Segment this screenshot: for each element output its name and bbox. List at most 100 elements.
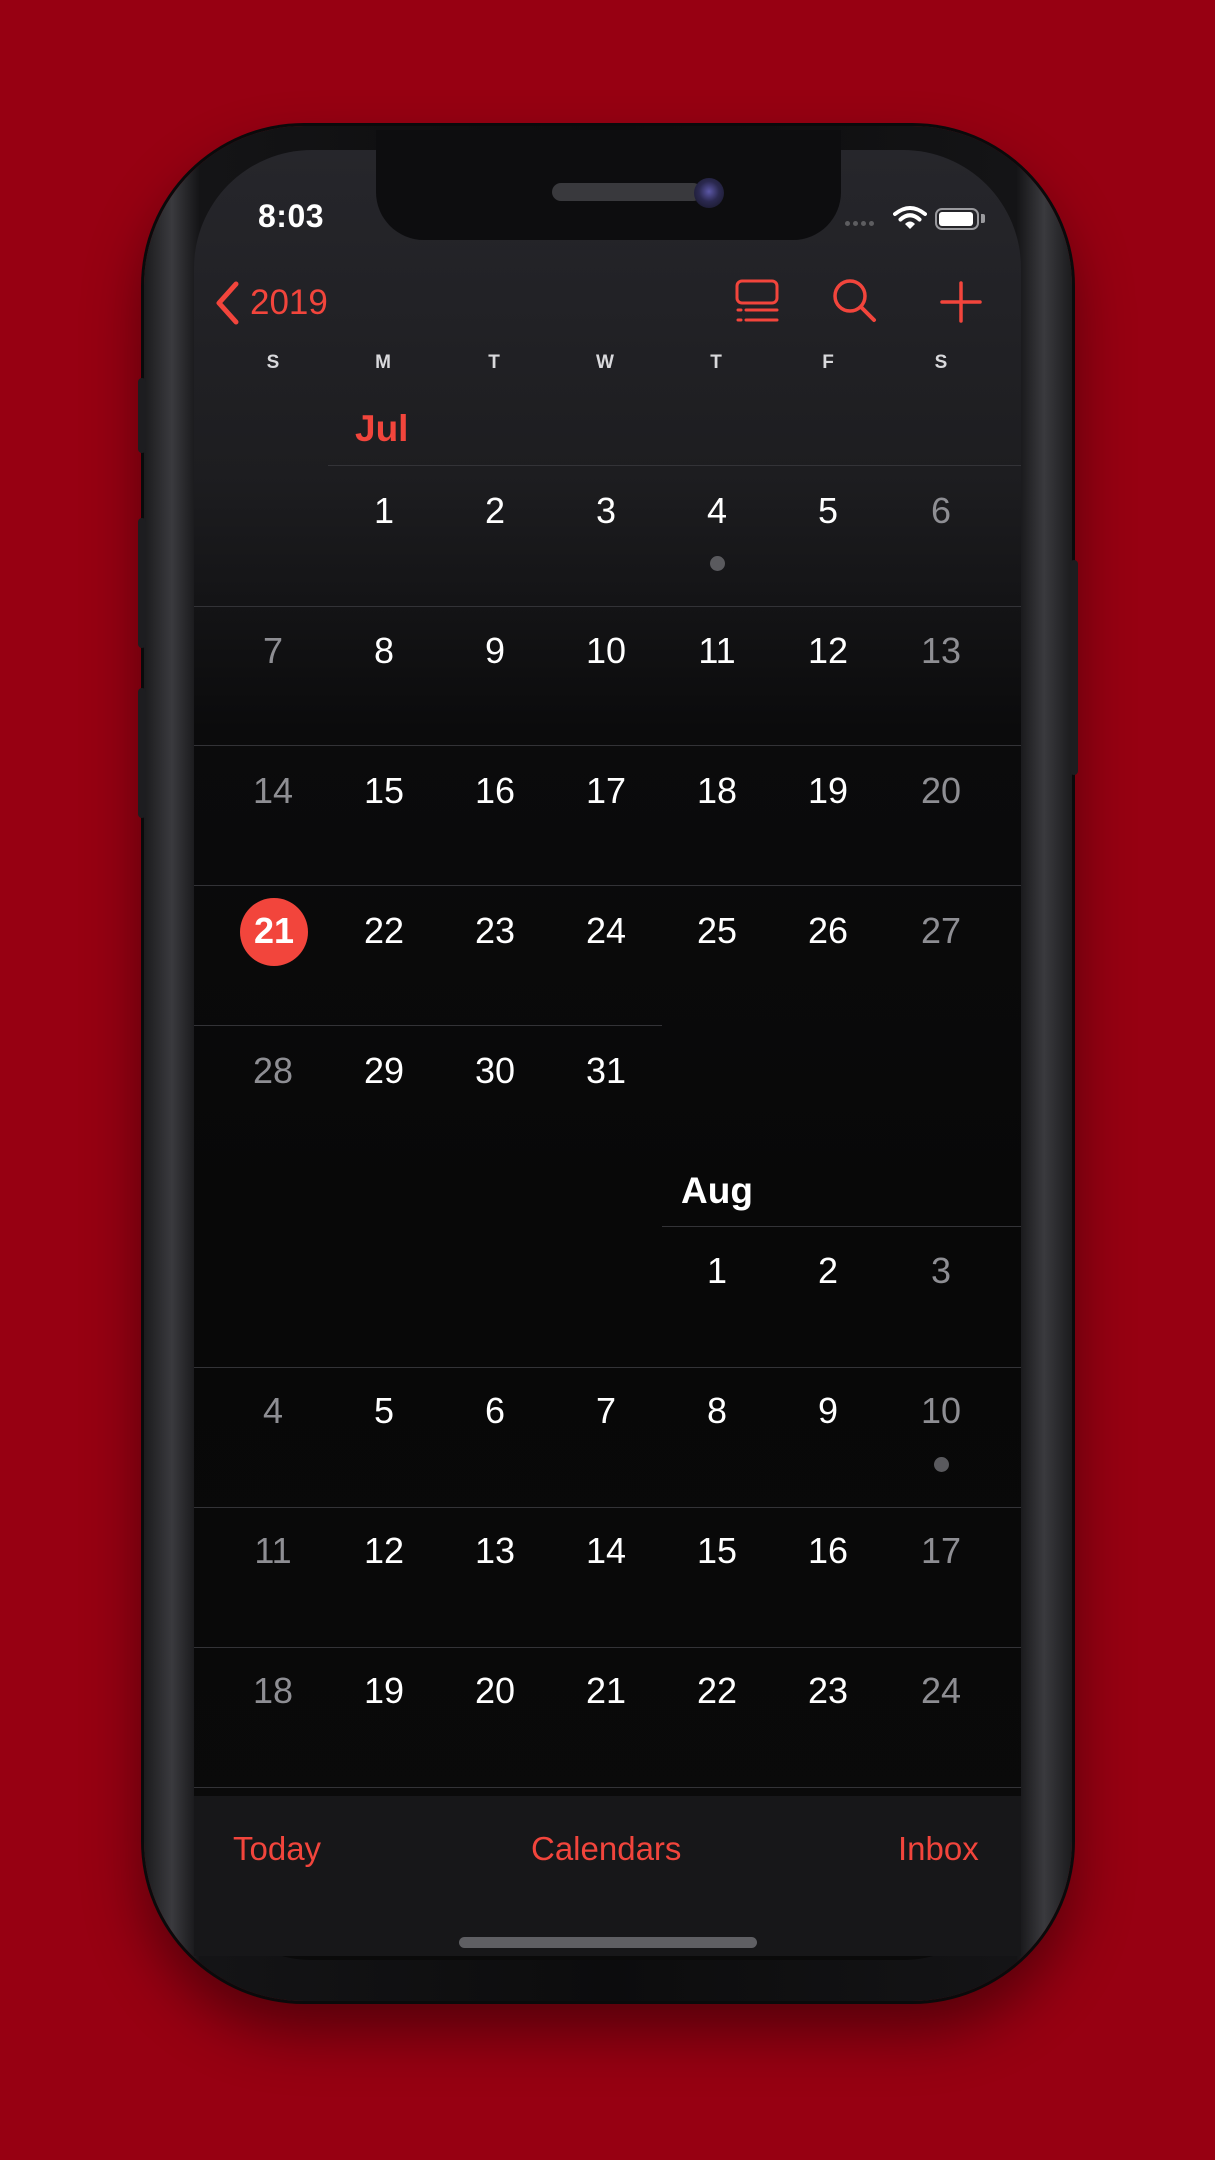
month-label-jul: Jul	[355, 408, 409, 449]
day-cell[interactable]: 13	[450, 1530, 540, 1572]
week-separator	[662, 1226, 1021, 1227]
day-cell[interactable]: 15	[339, 770, 429, 812]
day-cell[interactable]: 10	[896, 1390, 986, 1432]
today-day-cell[interactable]: 21	[229, 910, 319, 952]
day-cell[interactable]: 11	[672, 630, 762, 672]
day-cell[interactable]: 18	[228, 1670, 318, 1712]
event-indicator-dot	[934, 1457, 949, 1472]
volume-up-button	[138, 518, 146, 648]
day-cell[interactable]: 20	[896, 770, 986, 812]
week-separator	[194, 1367, 1021, 1368]
day-cell[interactable]: 8	[672, 1390, 762, 1432]
wifi-icon	[893, 206, 927, 229]
day-cell[interactable]: 31	[561, 1050, 651, 1092]
day-cell[interactable]: 3	[561, 490, 651, 532]
day-cell[interactable]: 12	[339, 1530, 429, 1572]
weekday-label: M	[375, 352, 391, 373]
day-cell[interactable]: 5	[339, 1390, 429, 1432]
day-cell[interactable]: 19	[339, 1670, 429, 1712]
week-separator	[328, 465, 1021, 466]
event-indicator-dot	[710, 556, 725, 571]
day-cell[interactable]: 20	[450, 1670, 540, 1712]
power-button	[1070, 560, 1078, 775]
tab-bar	[194, 1796, 1021, 1956]
day-cell[interactable]: 30	[450, 1050, 540, 1092]
back-label: 2019	[250, 283, 328, 322]
front-camera	[694, 178, 724, 208]
day-cell[interactable]: 14	[561, 1530, 651, 1572]
chevron-left-icon	[216, 281, 239, 325]
day-cell[interactable]: 3	[896, 1250, 986, 1292]
day-cell[interactable]: 22	[672, 1670, 762, 1712]
day-cell[interactable]: 19	[783, 770, 873, 812]
calendars-tab[interactable]: Calendars	[531, 1830, 681, 1868]
week-separator	[194, 1025, 662, 1026]
weekday-label: T	[710, 352, 722, 373]
day-cell[interactable]: 6	[450, 1390, 540, 1432]
day-cell[interactable]: 12	[783, 630, 873, 672]
volume-down-button	[138, 688, 146, 818]
weekday-label: S	[266, 352, 280, 373]
inbox-tab[interactable]: Inbox	[898, 1830, 979, 1868]
day-cell[interactable]: 17	[896, 1530, 986, 1572]
day-cell[interactable]: 8	[339, 630, 429, 672]
day-cell[interactable]: 2	[783, 1250, 873, 1292]
day-cell[interactable]: 1	[672, 1250, 762, 1292]
day-cell[interactable]: 17	[561, 770, 651, 812]
day-cell[interactable]: 1	[339, 490, 429, 532]
weekday-header: S M T W T F S	[194, 352, 1021, 378]
weekday-label: W	[596, 352, 614, 373]
mute-switch	[138, 378, 146, 453]
weekday-label: S	[934, 352, 948, 373]
day-cell[interactable]: 21	[561, 1670, 651, 1712]
day-cell[interactable]: 7	[228, 630, 318, 672]
back-to-year-button[interactable]: 2019	[214, 278, 328, 328]
day-cell[interactable]: 23	[783, 1670, 873, 1712]
day-cell[interactable]: 28	[228, 1050, 318, 1092]
week-separator	[194, 745, 1021, 746]
today-tab[interactable]: Today	[233, 1830, 321, 1868]
day-cell[interactable]: 29	[339, 1050, 429, 1092]
day-cell[interactable]: 11	[228, 1530, 318, 1572]
day-cell[interactable]: 23	[450, 910, 540, 952]
day-cell[interactable]: 24	[561, 910, 651, 952]
day-cell[interactable]: 27	[896, 910, 986, 952]
day-cell[interactable]: 9	[450, 630, 540, 672]
add-icon[interactable]	[940, 278, 982, 324]
week-separator	[194, 1647, 1021, 1648]
backdrop: 8:03 2019 S M T W T F S Jul 1 2 3 4 5 6 …	[0, 0, 1215, 2160]
day-cell[interactable]: 6	[896, 490, 986, 532]
month-label-aug: Aug	[681, 1170, 753, 1211]
list-view-icon[interactable]	[735, 278, 779, 324]
day-cell[interactable]: 25	[672, 910, 762, 952]
day-cell[interactable]: 5	[783, 490, 873, 532]
day-cell[interactable]: 9	[783, 1390, 873, 1432]
day-cell[interactable]: 16	[783, 1530, 873, 1572]
week-separator	[194, 1507, 1021, 1508]
week-separator	[194, 885, 1021, 886]
weekday-label: F	[822, 352, 834, 373]
day-cell[interactable]: 2	[450, 490, 540, 532]
day-cell[interactable]: 22	[339, 910, 429, 952]
day-cell[interactable]: 4	[672, 490, 762, 532]
status-time: 8:03	[258, 198, 325, 234]
day-cell[interactable]: 26	[783, 910, 873, 952]
week-separator	[194, 1787, 1021, 1788]
speaker-grille	[552, 183, 702, 201]
week-separator	[194, 606, 1021, 607]
day-cell[interactable]: 7	[561, 1390, 651, 1432]
day-cell[interactable]: 14	[228, 770, 318, 812]
day-cell[interactable]: 24	[896, 1670, 986, 1712]
battery-tip	[981, 214, 985, 223]
battery-icon	[935, 208, 979, 230]
day-cell[interactable]: 18	[672, 770, 762, 812]
weekday-label: T	[488, 352, 500, 373]
day-cell[interactable]: 4	[228, 1390, 318, 1432]
cellular-signal-icon	[845, 221, 874, 226]
day-cell[interactable]: 15	[672, 1530, 762, 1572]
day-cell[interactable]: 13	[896, 630, 986, 672]
search-icon[interactable]	[831, 278, 877, 324]
home-indicator[interactable]	[459, 1937, 757, 1948]
day-cell[interactable]: 16	[450, 770, 540, 812]
day-cell[interactable]: 10	[561, 630, 651, 672]
